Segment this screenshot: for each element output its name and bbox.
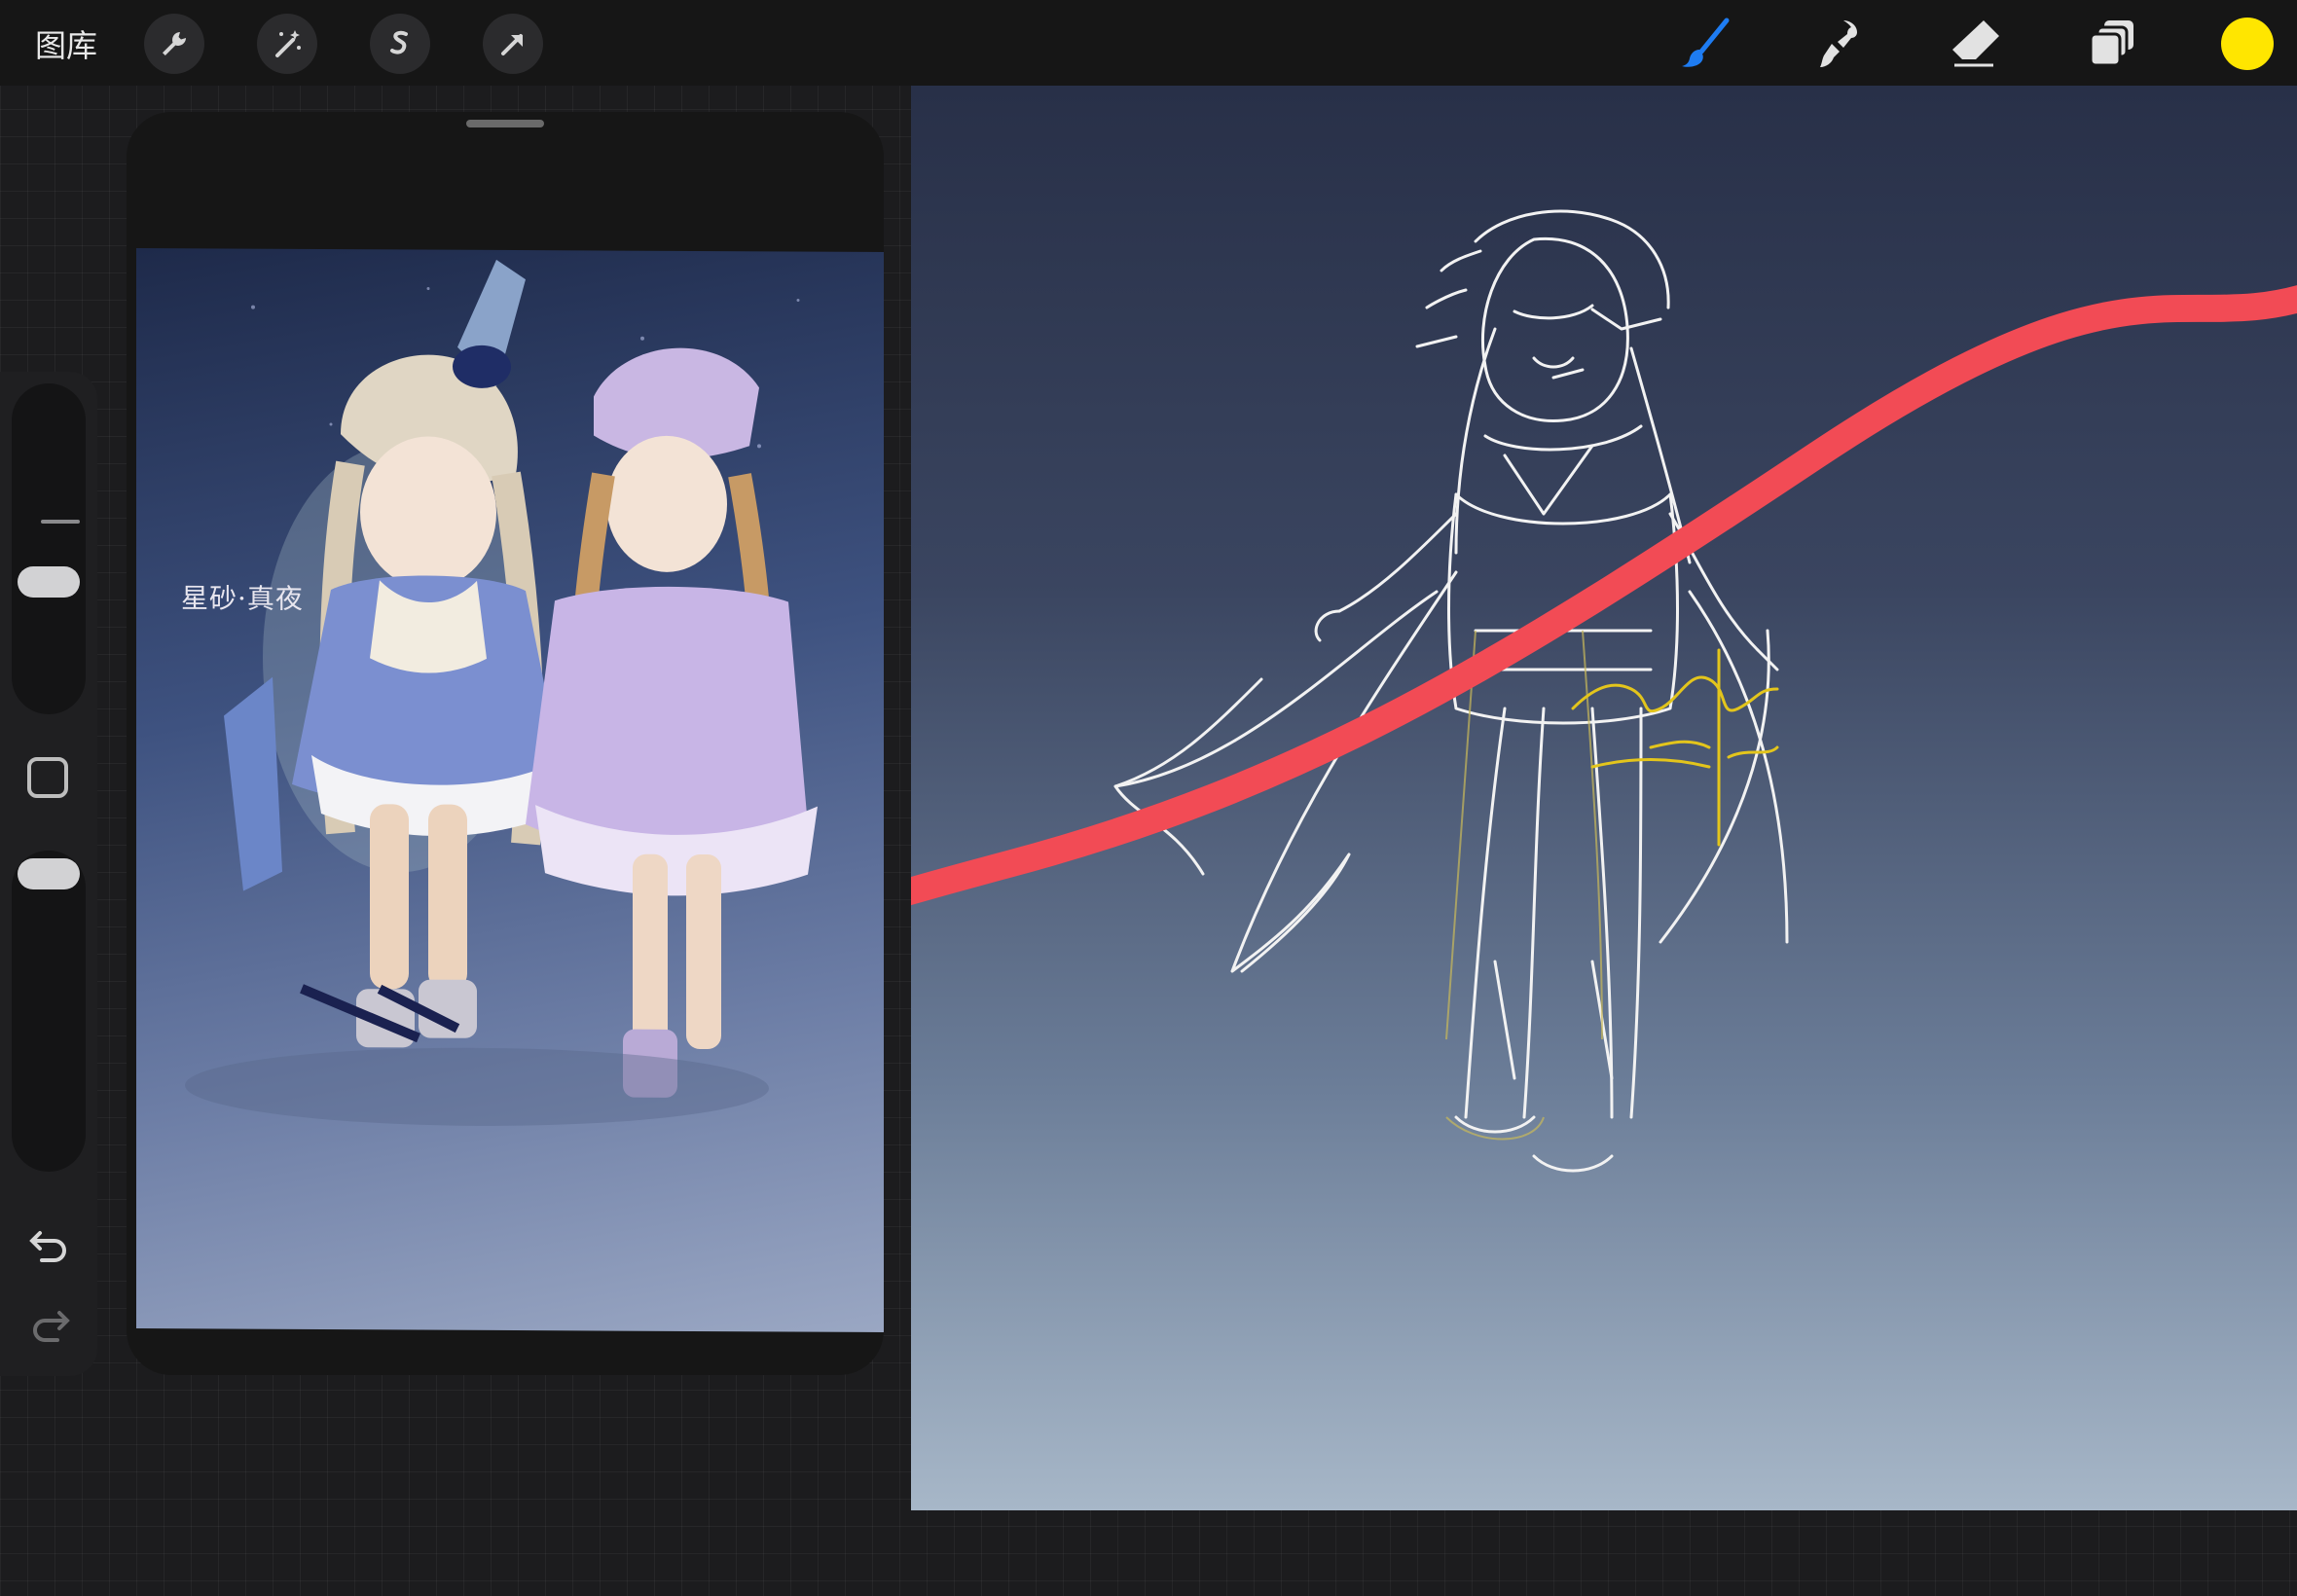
undo-icon	[28, 1221, 71, 1264]
doll-photo	[185, 259, 818, 1126]
selection-icon	[383, 26, 418, 61]
brush-size-knob[interactable]	[18, 566, 80, 598]
opacity-slider[interactable]	[12, 851, 86, 1172]
eraser-button[interactable]	[1945, 14, 2007, 74]
transform-arrow-icon	[495, 26, 530, 61]
wrench-icon	[157, 26, 192, 61]
right-doll	[526, 347, 818, 1098]
square-modifier-icon[interactable]	[27, 757, 68, 798]
brush-size-slider[interactable]	[12, 383, 86, 714]
smudge-button[interactable]	[1808, 14, 1871, 74]
photo-caption: 星砂·真夜	[181, 582, 304, 615]
slider-tick	[41, 520, 80, 524]
brush-icon	[1676, 15, 1734, 73]
sketch-drawing	[911, 209, 2297, 1173]
magic-wand-icon	[270, 26, 305, 61]
drawing-canvas[interactable]	[911, 86, 2297, 1510]
undo-button[interactable]	[25, 1218, 74, 1267]
side-toolbar	[0, 372, 97, 1376]
actions-button[interactable]	[144, 14, 204, 74]
top-toolbar: 图库	[0, 0, 2297, 86]
reference-image: 星砂·真夜	[136, 247, 884, 1333]
gallery-button[interactable]: 图库	[35, 21, 97, 66]
adjustments-button[interactable]	[257, 14, 317, 74]
redo-button[interactable]	[25, 1298, 74, 1347]
reference-drag-handle[interactable]	[466, 120, 544, 127]
layers-icon	[2083, 15, 2141, 73]
smudge-icon	[1810, 15, 1869, 73]
left-doll	[224, 259, 565, 1048]
reference-window[interactable]: 星砂·真夜	[127, 112, 884, 1375]
red-brush-stroke	[911, 285, 2297, 906]
opacity-knob[interactable]	[18, 858, 80, 889]
selection-button[interactable]	[370, 14, 430, 74]
transform-button[interactable]	[483, 14, 543, 74]
layers-button[interactable]	[2081, 14, 2143, 74]
color-picker-button[interactable]	[2221, 18, 2274, 70]
brush-button[interactable]	[1674, 14, 1736, 74]
redo-icon	[28, 1301, 71, 1344]
eraser-icon	[1947, 15, 2005, 73]
